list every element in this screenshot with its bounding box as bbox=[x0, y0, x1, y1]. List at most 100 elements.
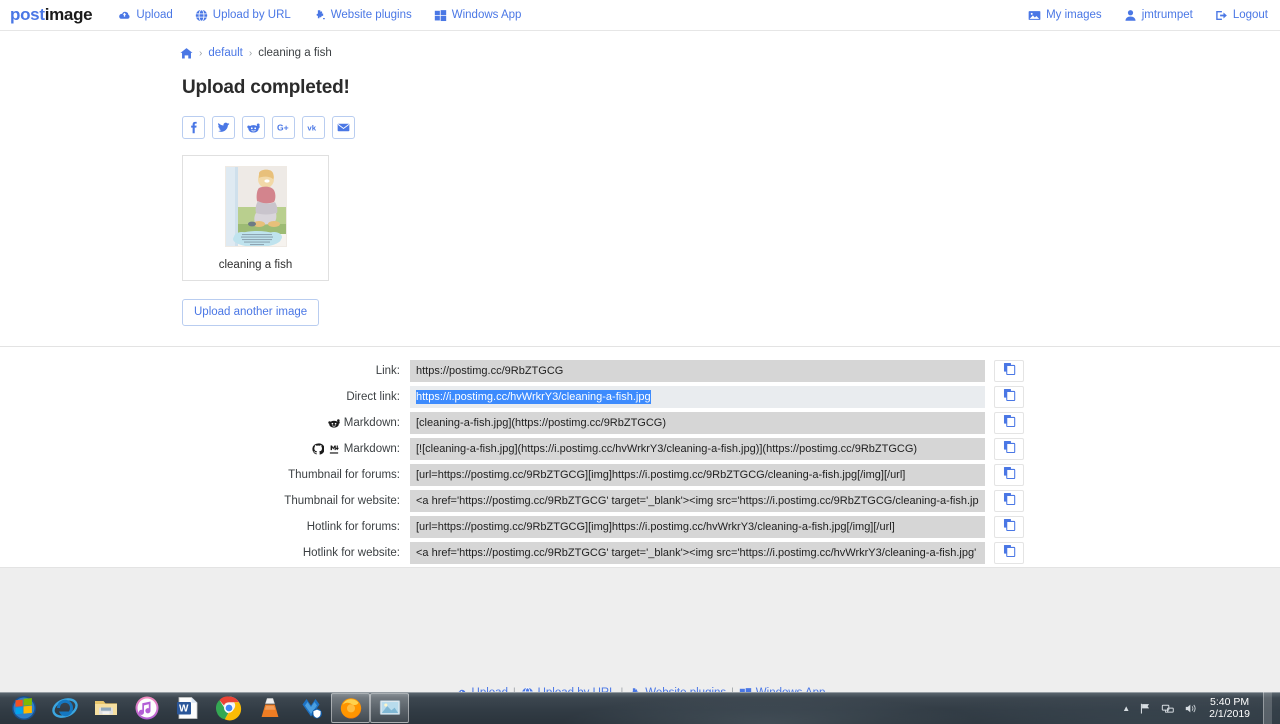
nav-my-images-label: My images bbox=[1046, 9, 1102, 21]
thumbnail-website-input[interactable]: <a href='https://postimg.cc/9RbZTGCG' ta… bbox=[410, 490, 985, 512]
vk-icon: vk bbox=[307, 121, 321, 134]
uploaded-image-card[interactable]: cleaning a fish bbox=[182, 155, 329, 281]
hotlink-website-label-wrap: Hotlink for website: bbox=[0, 540, 410, 566]
thumbnail-image[interactable] bbox=[224, 166, 287, 247]
share-googleplus-button[interactable]: G+ bbox=[272, 116, 295, 139]
copy-button[interactable] bbox=[994, 516, 1024, 538]
thumbnail-caption: cleaning a fish bbox=[218, 259, 293, 271]
firefox-icon[interactable] bbox=[331, 693, 370, 723]
photo-viewer-icon[interactable] bbox=[370, 693, 409, 723]
thumbnail-forums-input[interactable]: [url=https://postimg.cc/9RbZTGCG][img]ht… bbox=[410, 464, 985, 486]
nav-upload-by-url[interactable]: Upload by URL bbox=[195, 8, 291, 22]
globe-icon bbox=[195, 8, 208, 22]
vlc-media-player-icon[interactable] bbox=[249, 693, 290, 723]
hotlink-website-input-value: <a href='https://postimg.cc/9RbZTGCG' ta… bbox=[416, 547, 979, 559]
show-desktop-button[interactable] bbox=[1263, 692, 1272, 724]
direct-link-input[interactable]: https://i.postimg.cc/hvWrkrY3/cleaning-a… bbox=[410, 386, 985, 408]
nav-logout-label: Logout bbox=[1232, 9, 1268, 21]
upload-another-image-button[interactable]: Upload another image bbox=[182, 299, 320, 326]
windows-icon bbox=[434, 9, 447, 22]
share-links-panel: Link: https://postimg.cc/9RbZTGCG Direct… bbox=[0, 346, 1280, 568]
copy-button[interactable] bbox=[994, 360, 1024, 382]
github-markdown-input-value: [![cleaning-a-fish.jpg](https://i.postim… bbox=[416, 443, 918, 455]
reddit-markdown-input[interactable]: [cleaning-a-fish.jpg](https://postimg.cc… bbox=[410, 412, 985, 434]
hotlink-forums-label-wrap: Hotlink for forums: bbox=[0, 514, 410, 540]
site-footer: Upload | Upload by URL | Website plugins… bbox=[0, 668, 1280, 692]
svg-text:vk: vk bbox=[307, 124, 316, 133]
header-nav-right: My images jmtrumpet Logout bbox=[1028, 9, 1268, 22]
taskbar-clock[interactable]: 5:40 PM 2/1/2019 bbox=[1209, 696, 1250, 720]
nav-username-label: jmtrumpet bbox=[1141, 9, 1193, 21]
breadcrumb-separator-2: › bbox=[248, 47, 253, 59]
nav-upload-by-url-label: Upload by URL bbox=[212, 9, 291, 21]
share-twitter-button[interactable] bbox=[212, 116, 235, 139]
thumbnail-forums-input-value: [url=https://postimg.cc/9RbZTGCG][img]ht… bbox=[416, 469, 906, 481]
plugin-icon bbox=[313, 9, 326, 22]
nav-upload[interactable]: Upload bbox=[118, 9, 173, 22]
copy-button[interactable] bbox=[994, 542, 1024, 564]
thumbnail-forums-label: Thumbnail for forums: bbox=[288, 469, 400, 481]
footer-website-plugins-label: Website plugins bbox=[645, 685, 726, 692]
footer-upload-by-url[interactable]: Upload by URL bbox=[521, 685, 616, 692]
share-email-button[interactable] bbox=[332, 116, 355, 139]
volume-icon[interactable] bbox=[1184, 702, 1197, 715]
footer-sep: | bbox=[621, 685, 624, 692]
home-icon[interactable] bbox=[180, 47, 193, 60]
svg-text:W: W bbox=[179, 704, 189, 715]
nav-logout[interactable]: Logout bbox=[1215, 9, 1268, 22]
github-markdown-input[interactable]: [![cleaning-a-fish.jpg](https://i.postim… bbox=[410, 438, 985, 460]
nav-website-plugins[interactable]: Website plugins bbox=[313, 9, 412, 22]
direct-link-label-wrap: Direct link: bbox=[0, 384, 410, 410]
start-button[interactable] bbox=[3, 693, 44, 723]
action-center-icon[interactable] bbox=[1139, 702, 1152, 715]
system-tray: ▲ 5:40 PM 2/1/2019 bbox=[1122, 692, 1280, 724]
direct-link-input-value: https://i.postimg.cc/hvWrkrY3/cleaning-a… bbox=[416, 390, 651, 404]
copy-button[interactable] bbox=[994, 490, 1024, 512]
direct-link-label: Direct link: bbox=[346, 391, 400, 403]
google-chrome-icon[interactable] bbox=[208, 693, 249, 723]
logo-image-text: image bbox=[44, 5, 93, 24]
footer-sep: | bbox=[513, 685, 516, 692]
hotlink-forums-input[interactable]: [url=https://postimg.cc/9RbZTGCG][img]ht… bbox=[410, 516, 985, 538]
share-vk-button[interactable]: vk bbox=[302, 116, 325, 139]
copy-icon bbox=[1003, 466, 1016, 484]
footer-upload[interactable]: Upload bbox=[455, 685, 508, 692]
image-icon bbox=[1028, 9, 1041, 22]
copy-icon bbox=[1003, 388, 1016, 406]
link-row: Hotlink for website: <a href='https://po… bbox=[0, 540, 1280, 566]
share-facebook-button[interactable] bbox=[182, 116, 205, 139]
copy-button[interactable] bbox=[994, 386, 1024, 408]
taskbar-items: W bbox=[0, 692, 1280, 724]
copy-icon bbox=[1003, 492, 1016, 510]
link-row: Hotlink for forums: [url=https://postimg… bbox=[0, 514, 1280, 540]
internet-explorer-icon[interactable] bbox=[44, 693, 85, 723]
network-icon[interactable] bbox=[1161, 702, 1175, 715]
show-hidden-icons-icon[interactable]: ▲ bbox=[1122, 704, 1130, 713]
share-reddit-button[interactable] bbox=[242, 116, 265, 139]
microsoft-word-icon[interactable]: W bbox=[167, 693, 208, 723]
copy-button[interactable] bbox=[994, 412, 1024, 434]
thumbnail-website-input-value: <a href='https://postimg.cc/9RbZTGCG' ta… bbox=[416, 495, 979, 507]
nav-my-images[interactable]: My images bbox=[1028, 9, 1102, 22]
windows-explorer-icon[interactable] bbox=[85, 693, 126, 723]
copy-button[interactable] bbox=[994, 464, 1024, 486]
site-header: postimage Upload Upload by URL Website p… bbox=[0, 0, 1280, 31]
postimage-logo[interactable]: postimage bbox=[10, 5, 93, 25]
copy-button[interactable] bbox=[994, 438, 1024, 460]
logout-icon bbox=[1215, 9, 1228, 22]
malwarebytes-icon[interactable] bbox=[290, 693, 331, 723]
nav-windows-app[interactable]: Windows App bbox=[434, 9, 522, 22]
breadcrumb-parent-link[interactable]: default bbox=[208, 47, 243, 59]
footer-windows-app[interactable]: Windows App bbox=[739, 685, 825, 692]
nav-username[interactable]: jmtrumpet bbox=[1124, 9, 1193, 22]
itunes-icon[interactable] bbox=[126, 693, 167, 723]
link-input[interactable]: https://postimg.cc/9RbZTGCG bbox=[410, 360, 985, 382]
hotlink-website-label: Hotlink for website: bbox=[302, 547, 400, 559]
footer-upload-label: Upload bbox=[472, 685, 508, 692]
footer-website-plugins[interactable]: Website plugins bbox=[628, 685, 726, 692]
clock-date: 2/1/2019 bbox=[1209, 708, 1250, 720]
link-input-value: https://postimg.cc/9RbZTGCG bbox=[416, 365, 564, 377]
reddit-icon bbox=[247, 121, 260, 134]
nav-windows-app-label: Windows App bbox=[451, 9, 522, 21]
hotlink-website-input[interactable]: <a href='https://postimg.cc/9RbZTGCG' ta… bbox=[410, 542, 985, 564]
